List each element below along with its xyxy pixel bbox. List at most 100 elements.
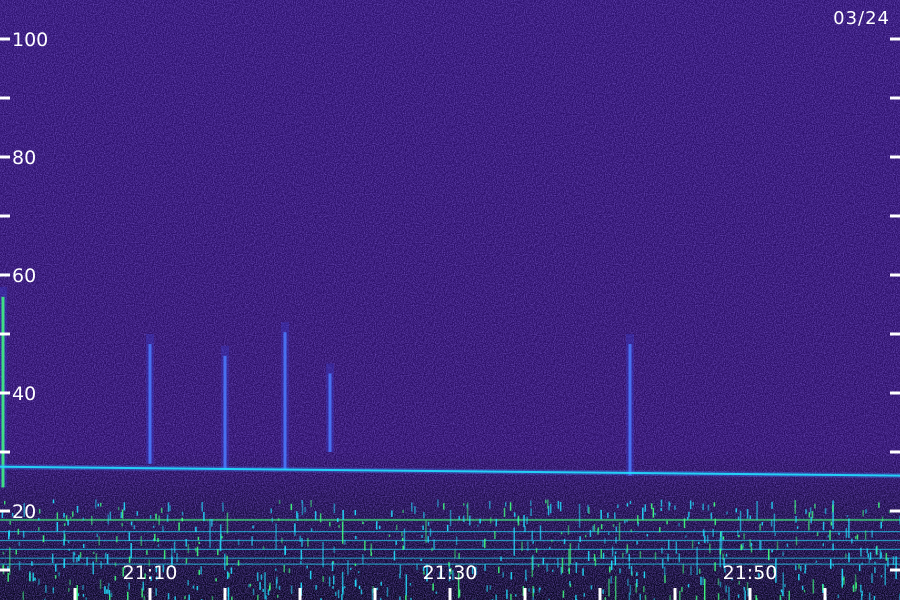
band-speckle bbox=[514, 512, 516, 517]
band-speckle bbox=[860, 593, 863, 600]
band-speckle bbox=[188, 594, 190, 600]
band-speckle bbox=[409, 582, 412, 586]
band-speckle bbox=[414, 506, 416, 514]
band-speckle bbox=[275, 568, 277, 571]
band-speckle bbox=[630, 529, 633, 533]
band-speckle bbox=[865, 509, 867, 514]
band-speckle bbox=[370, 552, 373, 556]
band-speckle bbox=[211, 596, 214, 600]
band-speckle bbox=[545, 499, 547, 504]
band-speckle bbox=[887, 557, 889, 567]
band-speckle bbox=[108, 589, 111, 596]
band-speckle bbox=[65, 515, 68, 522]
band-speckle bbox=[600, 509, 602, 520]
band-speckle bbox=[477, 524, 479, 527]
band-speckle bbox=[309, 570, 312, 580]
band-speckle bbox=[795, 536, 798, 546]
band-speckle bbox=[685, 535, 687, 538]
band-speckle bbox=[559, 501, 562, 512]
band-speckle bbox=[796, 526, 799, 529]
band-speckle bbox=[808, 520, 810, 531]
band-speckle bbox=[582, 568, 584, 576]
x-tick-label: 21:50 bbox=[723, 562, 778, 584]
band-speckle bbox=[618, 522, 621, 541]
band-speckle bbox=[31, 561, 33, 566]
band-speckle bbox=[259, 582, 261, 590]
band-speckle bbox=[688, 511, 690, 518]
band-speckle bbox=[2, 564, 5, 569]
band-speckle bbox=[514, 594, 517, 597]
band-speckle bbox=[194, 547, 197, 552]
band-speckle bbox=[687, 584, 690, 588]
band-speckle bbox=[201, 501, 203, 512]
band-speckle bbox=[569, 580, 571, 586]
band-speckle bbox=[627, 578, 629, 586]
band-speckle bbox=[91, 515, 93, 525]
band-speckle bbox=[728, 586, 730, 600]
band-speckle bbox=[587, 551, 590, 562]
band-speckle bbox=[454, 549, 456, 559]
band-speckle bbox=[592, 525, 594, 532]
band-speckle bbox=[281, 537, 283, 544]
band-speckle bbox=[275, 523, 277, 550]
band-speckle bbox=[768, 549, 770, 561]
band-speckle bbox=[695, 595, 698, 600]
band-speckle bbox=[167, 502, 170, 512]
band-speckle bbox=[858, 564, 861, 572]
band-speckle bbox=[306, 565, 308, 569]
band-speckle bbox=[587, 504, 589, 513]
band-speckle bbox=[107, 514, 110, 525]
band-speckle bbox=[628, 553, 631, 562]
band-speckle bbox=[562, 590, 565, 598]
band-speckle bbox=[630, 565, 633, 575]
band-speckle bbox=[532, 596, 534, 600]
band-speckle bbox=[770, 519, 773, 527]
band-speckle bbox=[357, 571, 360, 574]
band-speckle bbox=[504, 502, 507, 507]
band-speckle bbox=[538, 587, 541, 593]
band-speckle bbox=[654, 552, 657, 560]
band-speckle bbox=[771, 549, 773, 553]
band-speckle bbox=[635, 582, 637, 593]
band-speckle bbox=[617, 504, 619, 509]
band-speckle bbox=[735, 508, 738, 513]
band-speckle bbox=[607, 512, 609, 519]
band-speckle bbox=[354, 563, 357, 566]
date-label: 03/24 bbox=[833, 8, 890, 29]
band-speckle bbox=[610, 560, 613, 571]
band-speckle bbox=[260, 574, 263, 580]
band-speckle bbox=[706, 535, 709, 543]
band-speckle bbox=[830, 559, 832, 569]
band-speckle bbox=[702, 576, 704, 586]
band-speckle bbox=[521, 541, 523, 552]
band-speckle bbox=[625, 549, 628, 554]
band-speckle bbox=[149, 515, 152, 519]
band-speckle bbox=[675, 541, 678, 554]
band-speckle bbox=[143, 595, 146, 600]
band-speckle bbox=[178, 522, 180, 531]
band-speckle bbox=[162, 525, 164, 532]
band-speckle bbox=[67, 540, 70, 544]
band-speckle bbox=[837, 594, 840, 599]
band-speckle bbox=[788, 590, 790, 600]
band-speckle bbox=[726, 511, 728, 515]
band-speckle bbox=[270, 508, 272, 514]
band-speckle bbox=[615, 536, 617, 544]
x-tick-label: 21:30 bbox=[423, 562, 478, 584]
band-speckle bbox=[401, 537, 404, 542]
band-speckle bbox=[121, 509, 124, 519]
band-speckle bbox=[776, 541, 779, 551]
band-speckle bbox=[832, 564, 834, 567]
band-speckle bbox=[76, 585, 78, 600]
band-speckle bbox=[226, 555, 228, 566]
band-speckle bbox=[874, 567, 876, 573]
band-speckle bbox=[614, 555, 617, 566]
band-speckle bbox=[99, 502, 102, 507]
band-speckle bbox=[755, 595, 757, 600]
band-speckle bbox=[542, 557, 545, 565]
band-speckle bbox=[679, 590, 681, 600]
band-speckle bbox=[557, 500, 560, 509]
band-speckle bbox=[873, 595, 876, 600]
band-speckle bbox=[577, 543, 580, 550]
band-speckle bbox=[678, 523, 680, 527]
